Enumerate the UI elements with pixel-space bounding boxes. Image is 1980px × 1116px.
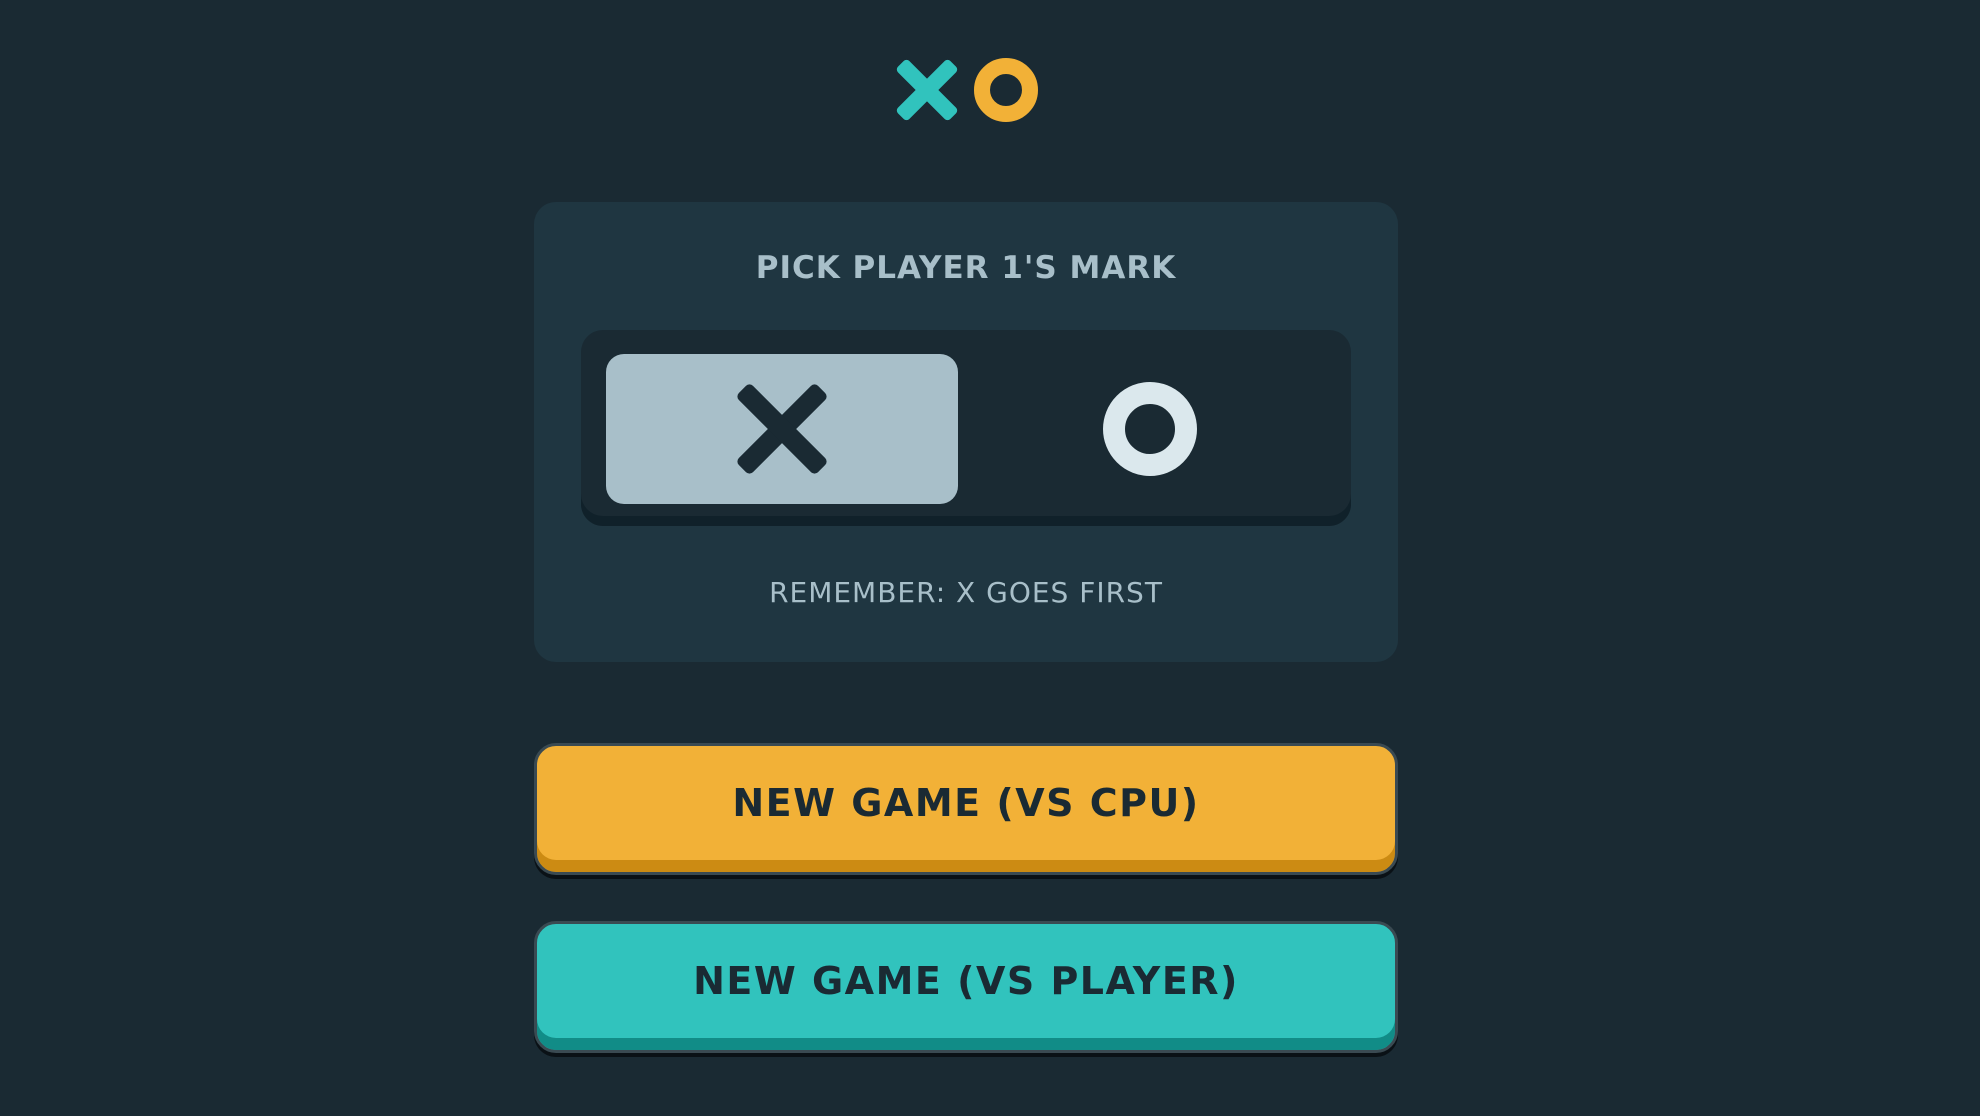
mark-picker-panel: PICK PLAYER 1'S MARK REMEMBER: X GOES FI… (534, 202, 1398, 662)
o-mark-icon (974, 58, 1038, 122)
x-mark-icon (896, 59, 958, 121)
mark-option-o[interactable] (974, 354, 1326, 504)
mark-toggle (581, 330, 1351, 526)
first-move-note: REMEMBER: X GOES FIRST (769, 576, 1163, 609)
x-mark-icon (737, 384, 827, 474)
app-logo (893, 56, 1041, 124)
mark-option-x[interactable] (606, 354, 958, 504)
mark-picker-title: PICK PLAYER 1'S MARK (755, 250, 1177, 286)
new-game-vs-player-button[interactable]: NEW GAME (VS PLAYER) (534, 921, 1398, 1053)
o-mark-icon (1103, 382, 1197, 476)
new-game-vs-cpu-button[interactable]: NEW GAME (VS CPU) (534, 743, 1398, 875)
